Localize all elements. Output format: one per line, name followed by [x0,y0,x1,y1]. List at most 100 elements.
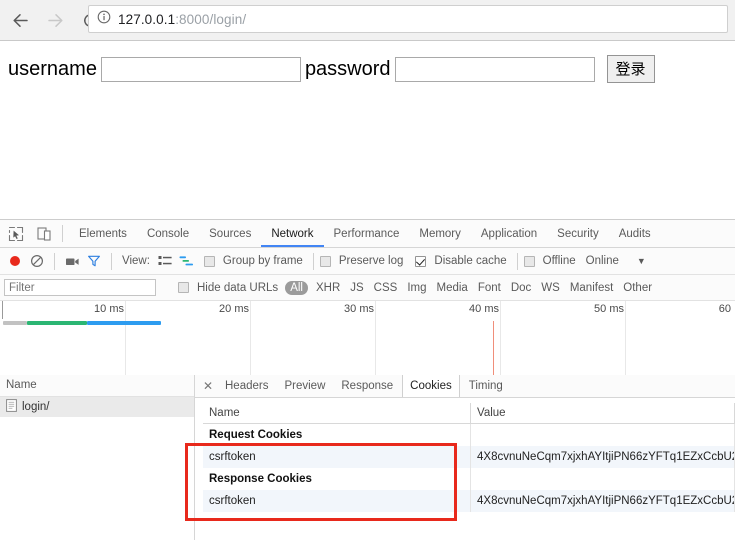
request-bar-waiting [27,321,87,325]
cookies-table-wrapper: Name Value Request Cookies csrftoken 4X8… [203,403,735,540]
toolbar-divider-3 [111,252,112,270]
cookie-name: csrftoken [203,446,471,468]
table-row[interactable]: csrftoken 4X8cvnuNeCqm7xjxhAYItjiPN66zYF… [203,446,735,468]
cookies-col-name[interactable]: Name [203,403,471,424]
record-button[interactable] [4,250,26,272]
browser-window: 127.0.0.1:8000/login/ username password … [0,0,735,540]
filter-type-font[interactable]: Font [478,282,501,294]
hide-data-urls-checkbox[interactable] [178,282,189,293]
record-circle-icon [10,256,20,266]
url-host: 127.0.0.1 [118,11,176,27]
device-toolbar-icon [37,226,51,241]
toolbar-divider-2 [54,252,55,270]
filter-type-img[interactable]: Img [407,282,426,294]
preserve-log-label: Preserve log [338,255,404,267]
detail-tab-response[interactable]: Response [334,376,400,396]
cookie-value: 4X8cvnuNeCqm7xjxhAYItjiPN66zYFTq1EZxCcbU… [470,446,735,468]
disable-cache-control[interactable]: Disable cache [415,248,510,274]
group-by-frame-control[interactable]: Group by frame [203,248,307,274]
request-row-login[interactable]: login/ [0,397,194,417]
detail-tab-timing[interactable]: Timing [462,376,510,396]
tab-audits[interactable]: Audits [609,221,661,247]
filter-type-xhr[interactable]: XHR [316,282,340,294]
forward-arrow-icon [47,13,63,27]
tab-console[interactable]: Console [137,221,199,247]
request-list-pane: Name login/ [0,375,195,540]
timeline-event-marker [493,321,494,377]
close-detail-button[interactable]: ✕ [199,377,217,395]
disable-cache-checkbox[interactable] [415,255,427,267]
filter-type-all[interactable]: All [285,280,308,295]
group-by-frame-label: Group by frame [222,255,303,267]
waterfall-view-icon [179,256,194,266]
detail-tab-cookies[interactable]: Cookies [402,375,460,397]
table-row[interactable]: Request Cookies [203,423,735,446]
filter-toggle-button[interactable] [83,250,105,272]
request-row-name: login/ [22,401,50,413]
filter-input[interactable] [4,279,156,296]
username-label: username [8,57,97,80]
tab-performance[interactable]: Performance [324,221,410,247]
timeline-tick-label: 30 ms [344,303,374,315]
cookies-col-value[interactable]: Value [470,403,735,424]
view-waterfall-button[interactable] [176,250,198,272]
hide-data-urls-control[interactable]: Hide data URLs [178,275,282,301]
offline-control[interactable]: Offline [523,248,580,274]
chevron-down-icon[interactable]: ▼ [637,256,646,266]
filter-type-other[interactable]: Other [623,282,652,294]
info-circle-icon[interactable] [97,10,111,29]
browser-toolbar: 127.0.0.1:8000/login/ [0,0,735,41]
password-input[interactable] [394,56,595,82]
cookies-table-header-row: Name Value [203,403,735,424]
network-timeline-overview[interactable]: 10 ms 20 ms 30 ms 40 ms 50 ms 60 [0,301,735,378]
filter-type-manifest[interactable]: Manifest [570,282,613,294]
timeline-tick-label: 10 ms [94,303,124,315]
cookie-name: csrftoken [203,490,471,512]
view-label: View: [122,255,150,267]
login-submit-button[interactable]: 登录 [606,55,655,83]
inspect-element-button[interactable] [4,222,28,246]
table-row[interactable]: Response Cookies [203,468,735,490]
tab-memory[interactable]: Memory [409,221,471,247]
cookie-group-label: Request Cookies [203,423,471,446]
request-detail-pane: ✕ Headers Preview Response Cookies Timin… [195,375,735,540]
address-bar[interactable]: 127.0.0.1:8000/login/ [88,5,728,33]
table-row[interactable]: csrftoken 4X8cvnuNeCqm7xjxhAYItjiPN66zYF… [203,490,735,512]
tab-sources[interactable]: Sources [199,221,261,247]
view-list-button[interactable] [154,250,176,272]
offline-checkbox[interactable] [523,255,535,267]
network-filterbar: Hide data URLs All XHR JS CSS Img Media … [0,275,735,301]
forward-button[interactable] [40,5,70,35]
filter-type-css[interactable]: CSS [374,282,398,294]
filter-type-ws[interactable]: WS [541,282,560,294]
detail-tab-preview[interactable]: Preview [277,376,332,396]
username-input[interactable] [100,56,301,82]
request-detail-tabbar: ✕ Headers Preview Response Cookies Timin… [195,375,735,398]
clear-no-entry-icon [30,254,44,268]
page-viewport: username password 登录 [0,41,735,219]
filter-type-js[interactable]: JS [350,282,363,294]
preserve-log-checkbox[interactable] [319,255,331,267]
timeline-tick-label: 50 ms [594,303,624,315]
tab-network[interactable]: Network [261,221,323,247]
back-arrow-icon [12,13,28,27]
device-toolbar-button[interactable] [32,222,56,246]
filter-type-doc[interactable]: Doc [511,282,531,294]
preserve-log-control[interactable]: Preserve log [319,248,408,274]
tab-security[interactable]: Security [547,221,609,247]
login-form: username password 登录 [8,55,655,83]
back-button[interactable] [5,5,35,35]
capture-screenshots-button[interactable] [61,250,83,272]
detail-tab-headers[interactable]: Headers [218,376,275,396]
cookie-group-value [470,468,735,490]
cookie-group-label: Response Cookies [203,468,471,490]
filter-type-media[interactable]: Media [437,282,468,294]
clear-button[interactable] [26,250,48,272]
tab-application[interactable]: Application [471,221,547,247]
cookie-value: 4X8cvnuNeCqm7xjxhAYItjiPN66zYFTq1EZxCcbU… [470,490,735,512]
devtools-panel: Elements Console Sources Network Perform… [0,219,735,540]
hide-data-urls-label: Hide data URLs [197,281,279,294]
throttling-value[interactable]: Online [586,255,619,267]
tab-elements[interactable]: Elements [69,221,137,247]
group-by-frame-checkbox[interactable] [203,255,215,267]
